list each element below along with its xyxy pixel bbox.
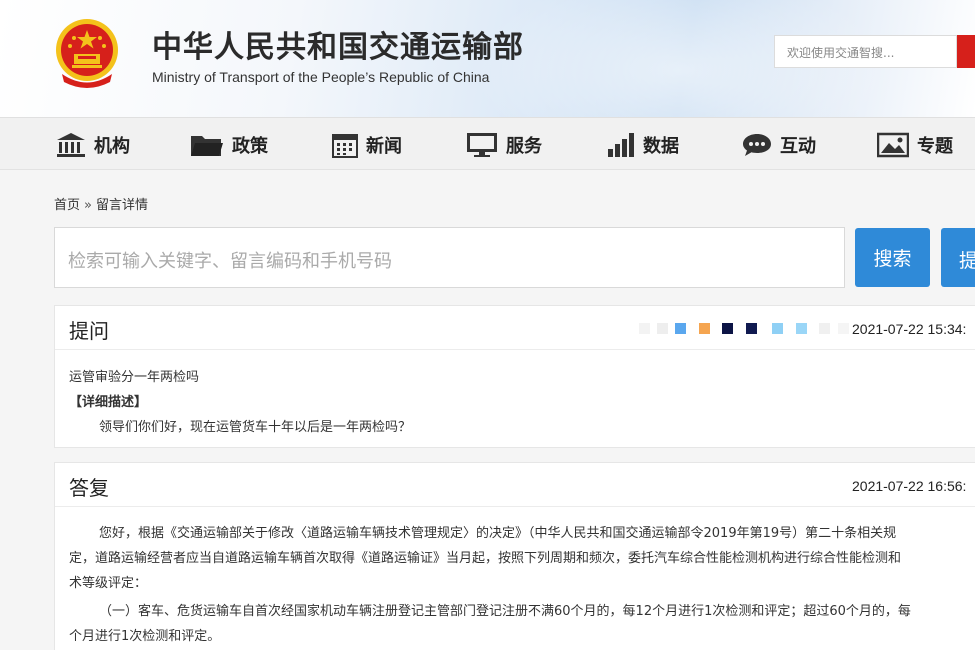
question-card: 提问 2021-07-22 15:34: 运管审验分一年两检吗 【详细描述】 领… xyxy=(54,305,975,448)
search-button[interactable]: 搜索 xyxy=(855,228,930,287)
chat-icon xyxy=(743,134,771,156)
redacted-pixel xyxy=(722,323,733,334)
redacted-pixel xyxy=(819,323,830,334)
question-timestamp: 2021-07-22 15:34: xyxy=(852,321,967,337)
site-search-input[interactable]: 欢迎使用交通智搜... xyxy=(774,35,957,68)
site-header: 中华人民共和国交通运输部 Ministry of Transport of th… xyxy=(0,0,975,117)
site-subtitle: Ministry of Transport of the People’s Re… xyxy=(152,69,490,85)
site-title: 中华人民共和国交通运输部 xyxy=(152,30,524,65)
nav-item-policy[interactable]: 政策 xyxy=(190,130,268,160)
breadcrumb-current: 留言详情 xyxy=(95,198,148,213)
answer-heading: 答复 xyxy=(69,476,109,500)
nav-label: 服务 xyxy=(506,136,542,157)
answer-paragraph-line: （一）客车、危货运输车自首次经国家机动车辆注册登记主管部门登记注册不满60个月的… xyxy=(99,604,911,619)
redacted-pixel xyxy=(796,323,807,334)
nav-label: 数据 xyxy=(643,136,679,157)
nav-label: 政策 xyxy=(232,136,268,157)
breadcrumb-home-link[interactable]: 首页 xyxy=(54,198,80,213)
redacted-pixel xyxy=(746,323,757,334)
nav-label: 新闻 xyxy=(366,136,402,157)
nav-item-service[interactable]: 服务 xyxy=(466,130,542,160)
redacted-pixel xyxy=(639,323,650,334)
question-detail: 领导们你们好，现在运管货车十年以后是一年两检吗？ xyxy=(99,420,412,435)
submit-button[interactable]: 提 xyxy=(941,228,975,287)
redacted-pixel xyxy=(657,323,668,334)
building-icon xyxy=(57,133,85,157)
nav-item-topics[interactable]: 专题 xyxy=(877,130,953,160)
nav-label: 专题 xyxy=(917,136,953,157)
folder-icon xyxy=(191,136,223,156)
redacted-pixel xyxy=(675,323,686,334)
answer-paragraph-line: 您好，根据《交通运输部关于修改〈道路运输车辆技术管理规定〉的决定》（中华人民共和… xyxy=(99,526,897,541)
nav-item-interaction[interactable]: 互动 xyxy=(742,130,816,160)
nav-item-news[interactable]: 新闻 xyxy=(332,130,402,160)
question-detail-label: 【详细描述】 xyxy=(69,395,148,410)
breadcrumb-separator: » xyxy=(84,198,92,213)
nav-label: 机构 xyxy=(94,136,130,157)
answer-timestamp: 2021-07-22 16:56: xyxy=(852,478,967,494)
message-search-input[interactable]: 检索可输入关键字、留言编码和手机号码 xyxy=(54,227,845,288)
redacted-pixel xyxy=(772,323,783,334)
answer-card-header: 答复 2021-07-22 16:56: xyxy=(55,463,975,507)
answer-card: 答复 2021-07-22 16:56: 您好，根据《交通运输部关于修改〈道路运… xyxy=(54,462,975,650)
nav-item-institution[interactable]: 机构 xyxy=(56,130,130,160)
calendar-icon xyxy=(332,134,358,158)
answer-paragraph-line: 个月进行1次检测和评定。 xyxy=(69,629,221,644)
main-nav: 机构 政策 新闻 服务 数据 互动 专题 xyxy=(0,117,975,170)
breadcrumb: 首页 » 留言详情 xyxy=(54,194,148,213)
image-icon xyxy=(877,132,909,158)
monitor-icon xyxy=(467,133,497,157)
bar-chart-icon xyxy=(608,133,634,157)
answer-paragraph-line: 定，道路运输经营者应当自道路运输车辆首次取得《道路运输证》当月起，按照下列周期和… xyxy=(69,551,902,566)
redacted-pixel xyxy=(838,323,849,334)
answer-paragraph-line: 术等级评定： xyxy=(69,576,148,591)
site-search-button[interactable] xyxy=(957,35,975,68)
question-title: 运管审验分一年两检吗 xyxy=(69,370,200,385)
national-emblem-logo[interactable] xyxy=(52,16,122,90)
redacted-pixel xyxy=(699,323,710,334)
nav-label: 互动 xyxy=(780,136,816,157)
nav-item-data[interactable]: 数据 xyxy=(605,130,679,160)
question-heading: 提问 xyxy=(69,319,109,343)
question-card-header: 提问 2021-07-22 15:34: xyxy=(55,306,975,350)
